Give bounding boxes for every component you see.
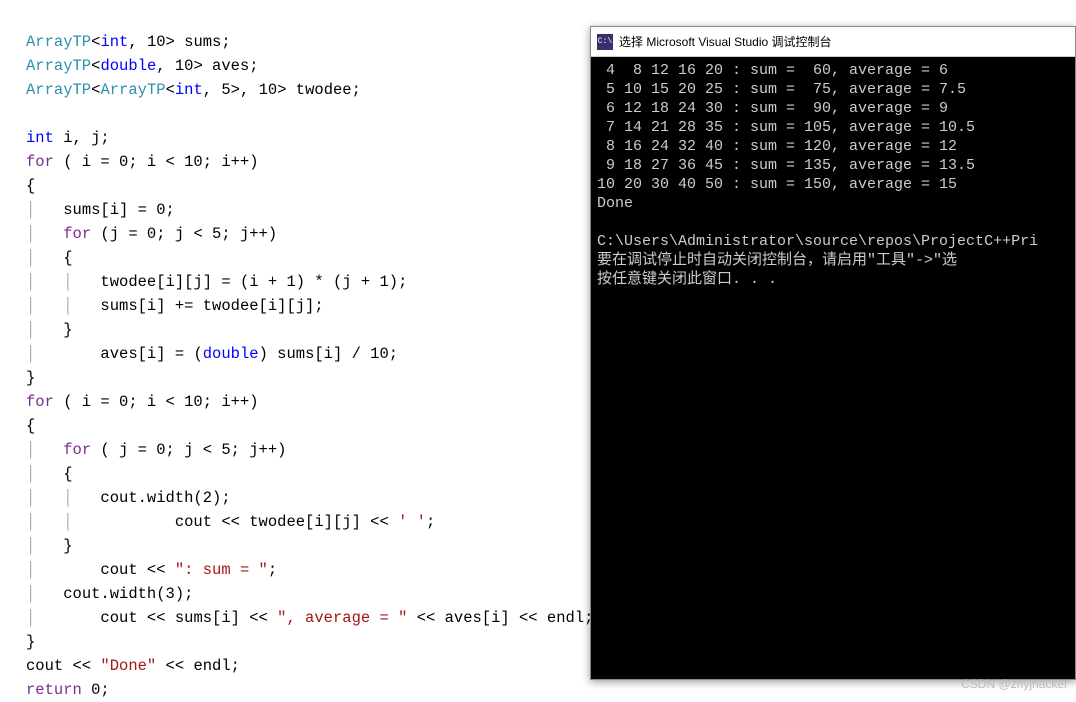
console-line: 7 14 21 28 35 : sum = 105, average = 10.… xyxy=(597,119,975,136)
console-line: C:\Users\Administrator\source\repos\Proj… xyxy=(597,233,1038,250)
code-token: aves[i] = ( xyxy=(63,345,203,363)
code-token: for xyxy=(63,441,91,459)
code-token: cout << sums[i] << xyxy=(63,609,277,627)
indent-guide: │ │ xyxy=(26,297,100,315)
code-token: cout << twodee[i][j] << xyxy=(100,513,398,531)
code-token: < xyxy=(166,81,175,99)
code-token: ; xyxy=(268,561,277,579)
code-token: ": sum = " xyxy=(175,561,268,579)
code-token: "Done" xyxy=(100,657,156,675)
console-title: 选择 Microsoft Visual Studio 调试控制台 xyxy=(619,33,832,50)
indent-guide: │ xyxy=(26,201,63,219)
indent-guide: │ │ xyxy=(26,489,100,507)
console-line: 5 10 15 20 25 : sum = 75, average = 7.5 xyxy=(597,81,966,98)
indent-guide: │ xyxy=(26,345,63,363)
indent-guide: │ xyxy=(26,225,63,243)
code-token: ArrayTP xyxy=(100,81,165,99)
code-line: { xyxy=(63,465,72,483)
code-line: { xyxy=(63,249,72,267)
code-token: for xyxy=(26,393,54,411)
console-line: 6 12 18 24 30 : sum = 90, average = 9 xyxy=(597,100,948,117)
code-line: cout.width(3); xyxy=(63,585,193,603)
code-token: ArrayTP xyxy=(26,33,91,51)
code-token: ; xyxy=(426,513,435,531)
console-line: 8 16 24 32 40 : sum = 120, average = 12 xyxy=(597,138,957,155)
code-token: ArrayTP xyxy=(26,81,91,99)
code-token: double xyxy=(203,345,259,363)
indent-guide: │ xyxy=(26,441,63,459)
indent-guide: │ │ xyxy=(26,513,100,531)
code-token: , 10> sums; xyxy=(128,33,230,51)
code-token: int xyxy=(175,81,203,99)
code-line: } xyxy=(26,633,35,651)
indent-guide: │ xyxy=(26,609,63,627)
indent-guide: │ xyxy=(26,321,63,339)
code-token: ", average = " xyxy=(277,609,407,627)
code-token: ( i = 0; i < 10; i++) xyxy=(54,153,259,171)
code-token: (j = 0; j < 5; j++) xyxy=(91,225,277,243)
indent-guide: │ xyxy=(26,465,63,483)
indent-guide: │ xyxy=(26,561,63,579)
code-token: int xyxy=(100,33,128,51)
code-token: , 5>, 10> twodee; xyxy=(203,81,361,99)
code-token: << aves[i] << endl; xyxy=(407,609,593,627)
code-line: cout.width(2); xyxy=(100,489,230,507)
watermark: CSDN @zhyjhacker xyxy=(961,677,1068,691)
code-token: for xyxy=(26,153,54,171)
console-line: 10 20 30 40 50 : sum = 150, average = 15 xyxy=(597,176,957,193)
code-line: } xyxy=(26,369,35,387)
code-token: ' ' xyxy=(398,513,426,531)
console-window[interactable]: C:\ 选择 Microsoft Visual Studio 调试控制台 4 8… xyxy=(590,26,1076,680)
console-line: 按任意键关闭此窗口. . . xyxy=(597,271,777,288)
code-token: << endl; xyxy=(156,657,240,675)
code-token: ( j = 0; j < 5; j++) xyxy=(91,441,286,459)
code-token: ( i = 0; i < 10; i++) xyxy=(54,393,259,411)
console-icon: C:\ xyxy=(597,34,613,50)
code-token: ArrayTP xyxy=(26,57,91,75)
code-token: for xyxy=(63,225,91,243)
indent-guide: │ xyxy=(26,537,63,555)
code-token: , 10> aves; xyxy=(156,57,258,75)
code-token: i, j; xyxy=(54,129,110,147)
code-token: ) sums[i] / 10; xyxy=(259,345,399,363)
console-line: 要在调试停止时自动关闭控制台，请启用"工具"->"选 xyxy=(597,252,957,269)
code-line: { xyxy=(26,417,35,435)
code-token: int xyxy=(26,129,54,147)
indent-guide: │ │ xyxy=(26,273,100,291)
code-token: cout << xyxy=(26,657,100,675)
code-line: { xyxy=(26,177,35,195)
console-line: 9 18 27 36 45 : sum = 135, average = 13.… xyxy=(597,157,975,174)
code-token: double xyxy=(100,57,156,75)
console-titlebar[interactable]: C:\ 选择 Microsoft Visual Studio 调试控制台 xyxy=(591,27,1075,57)
code-line: sums[i] = 0; xyxy=(63,201,175,219)
code-line: } xyxy=(63,321,72,339)
console-line: Done xyxy=(597,195,633,212)
code-token: return xyxy=(26,681,82,699)
console-output[interactable]: 4 8 12 16 20 : sum = 60, average = 6 5 1… xyxy=(591,57,1075,293)
code-token: 0; xyxy=(82,681,110,699)
indent-guide: │ xyxy=(26,249,63,267)
code-line: twodee[i][j] = (i + 1) * (j + 1); xyxy=(100,273,407,291)
indent-guide: │ xyxy=(26,585,63,603)
code-line: sums[i] += twodee[i][j]; xyxy=(100,297,323,315)
code-line: } xyxy=(63,537,72,555)
console-line: 4 8 12 16 20 : sum = 60, average = 6 xyxy=(597,62,948,79)
code-token: cout << xyxy=(63,561,175,579)
code-editor[interactable]: ArrayTP<int, 10> sums; ArrayTP<double, 1… xyxy=(0,0,590,695)
